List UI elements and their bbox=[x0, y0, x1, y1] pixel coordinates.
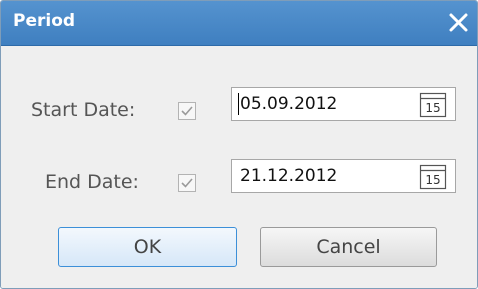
cancel-button[interactable]: Cancel bbox=[260, 227, 437, 267]
checkmark-icon bbox=[181, 178, 193, 188]
title-bar: Period bbox=[1, 1, 477, 46]
start-date-calendar-button[interactable]: 15 bbox=[419, 92, 447, 118]
start-date-field[interactable]: 05.09.2012 15 bbox=[231, 87, 456, 121]
end-date-checkbox[interactable] bbox=[178, 174, 196, 192]
calendar-day-number: 15 bbox=[425, 173, 441, 187]
ok-button[interactable]: OK bbox=[58, 227, 237, 267]
start-date-label: Start Date: bbox=[31, 99, 136, 121]
end-date-value: 21.12.2012 bbox=[240, 166, 338, 186]
dialog-title: Period bbox=[13, 11, 76, 31]
period-dialog: Period Start Date: 05.09.2012 15 End Dat… bbox=[0, 0, 478, 289]
close-icon bbox=[449, 13, 468, 32]
start-date-value: 05.09.2012 bbox=[240, 94, 338, 114]
text-cursor bbox=[238, 93, 239, 115]
close-button[interactable] bbox=[445, 8, 473, 36]
calendar-day-number: 15 bbox=[425, 101, 441, 115]
end-date-field[interactable]: 21.12.2012 15 bbox=[231, 159, 456, 193]
dialog-body: Start Date: 05.09.2012 15 End Date: 21.1… bbox=[1, 46, 477, 288]
end-date-calendar-button[interactable]: 15 bbox=[419, 164, 447, 190]
end-date-label: End Date: bbox=[45, 171, 139, 193]
checkmark-icon bbox=[181, 106, 193, 116]
start-date-checkbox[interactable] bbox=[178, 102, 196, 120]
